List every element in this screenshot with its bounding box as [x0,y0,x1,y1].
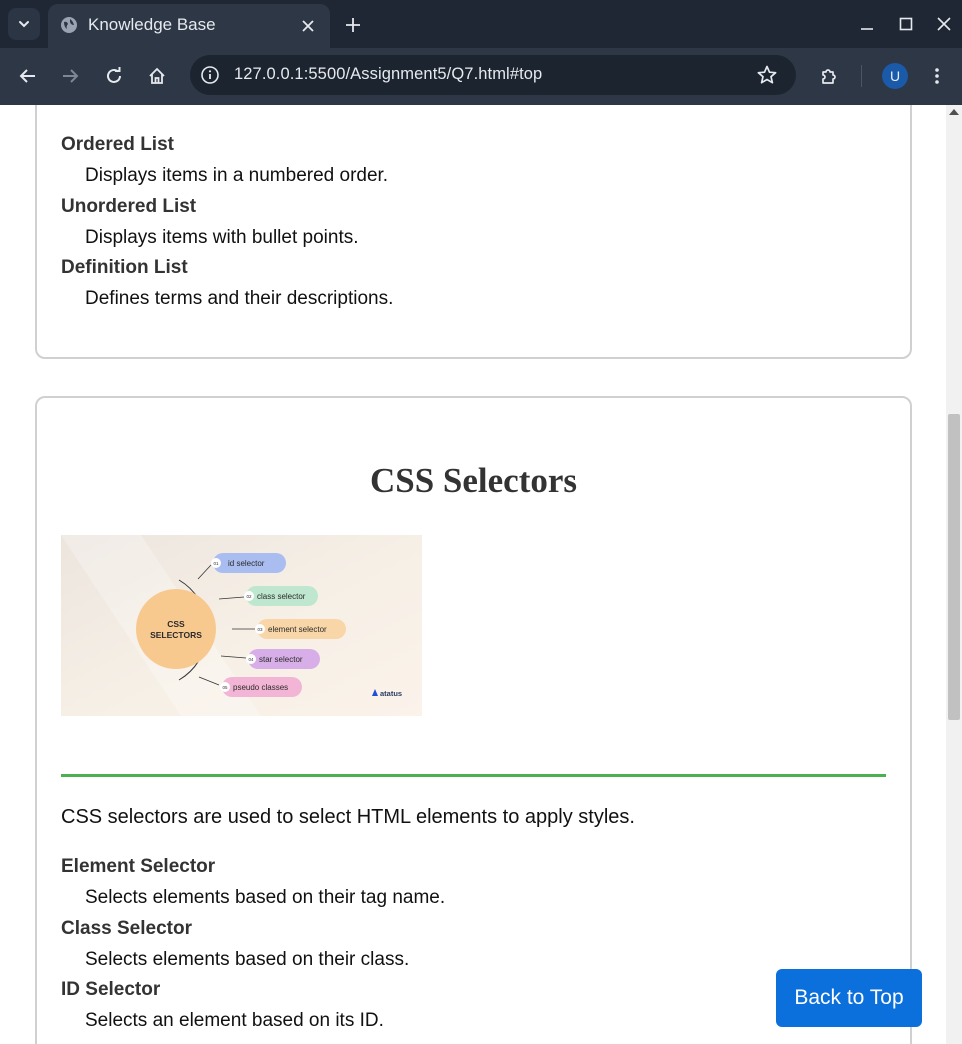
chevron-down-icon [19,21,29,28]
more-vertical-icon [935,68,939,84]
pill-number: 03 [257,627,263,632]
pill-label: element selector [268,625,327,634]
tab-title: Knowledge Base [88,15,216,34]
definition-description: Selects an element based on its ID. [85,1010,384,1031]
back-to-top-button[interactable]: Back to Top [776,969,922,1027]
minimize-icon [861,28,873,30]
scrollbar-thumb[interactable] [948,414,960,720]
definition-description: Selects elements based on their class. [85,949,410,970]
definition-description: Defines terms and their descriptions. [85,288,394,309]
tab-close-button[interactable] [296,14,320,38]
bookmark-star-icon[interactable] [756,64,778,86]
forward-button[interactable] [56,62,84,90]
definition-description: Displays items with bullet points. [85,227,359,248]
home-button[interactable] [143,62,171,90]
toolbar-divider [861,65,862,87]
browser-menu-button[interactable] [923,62,951,90]
close-icon [302,20,314,32]
close-window-button[interactable] [932,12,956,36]
browser-tab-bar: Knowledge Base [0,0,962,48]
puzzle-icon [822,69,836,84]
extensions-button[interactable] [815,62,843,90]
definition-description: Selects elements based on their tag name… [85,887,446,908]
info-icon[interactable] [200,65,220,85]
address-bar[interactable]: 127.0.0.1:5500/Assignment5/Q7.html#top [190,55,796,95]
pill-label: star selector [259,655,303,664]
browser-tab[interactable]: Knowledge Base [48,4,330,48]
pill-number: 02 [246,594,252,599]
center-circle [136,589,216,669]
image-center-label: SELECTORS [150,630,202,640]
section-title: CSS Selectors [369,461,578,500]
minimize-button[interactable] [855,12,879,36]
globe-icon [61,17,77,33]
definition-term: Class Selector [61,918,192,939]
tab-search-button[interactable] [8,8,40,40]
definition-description: Displays items in a numbered order. [85,165,389,186]
pill-number: 05 [222,685,228,690]
css-selectors-card: CSS Selectors CSS SELECTORS 01 id select… [35,396,912,1044]
pill-label: class selector [257,592,306,601]
url-text: 127.0.0.1:5500/Assignment5/Q7.html#top [234,65,543,83]
maximize-icon [899,17,913,31]
image-brand-label: atatus [380,689,402,698]
arrow-right-icon [63,69,79,83]
back-button[interactable] [14,62,42,90]
css-selectors-image: CSS SELECTORS 01 id selector 02 class se… [61,535,422,716]
pill-number: 04 [248,657,254,662]
section-divider [61,774,886,777]
close-icon [937,17,951,31]
page-viewport: Ordered List Displays items in a numbere… [0,105,946,1044]
vertical-scrollbar[interactable] [946,105,962,1044]
section-intro: CSS selectors are used to select HTML el… [61,806,635,828]
pill-label: id selector [228,559,265,568]
plus-icon [346,18,360,32]
browser-toolbar: 127.0.0.1:5500/Assignment5/Q7.html#top U [0,48,962,105]
definition-term: Ordered List [61,134,174,155]
profile-avatar[interactable]: U [882,63,908,89]
reload-button[interactable] [100,62,128,90]
arrow-left-icon [19,69,35,83]
definition-term: ID Selector [61,979,161,1000]
definition-term: Unordered List [61,196,197,217]
scroll-up-arrow-icon[interactable] [949,109,959,115]
definition-term: Definition List [61,257,188,278]
list-types-card: Ordered List Displays items in a numbere… [35,105,912,359]
maximize-button[interactable] [894,12,918,36]
home-icon [149,67,165,84]
image-center-label: CSS [167,619,185,629]
new-tab-button[interactable] [340,12,366,38]
pill-number: 01 [213,561,219,566]
pill-label: pseudo classes [233,683,288,692]
reload-icon [107,67,121,83]
definition-term: Element Selector [61,856,216,877]
